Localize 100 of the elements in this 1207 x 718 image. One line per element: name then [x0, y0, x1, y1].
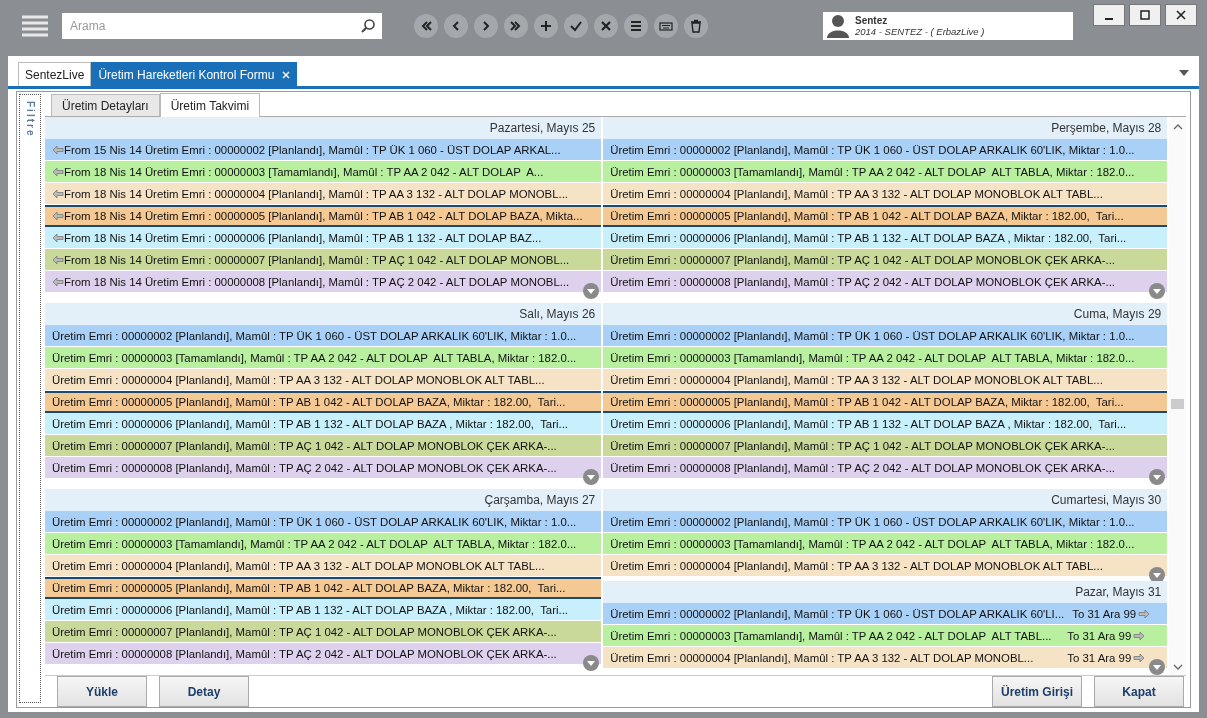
- action-button[interactable]: Üretim Girişi: [992, 676, 1082, 707]
- maximize-button[interactable]: [1129, 4, 1161, 26]
- appointment[interactable]: Üretim Emri : 00000003 [Tamamlandı], Mamûl : TP AA 2 042 - ALT DOLAP ALT TABLA, Miktar : 182.0...: [603, 347, 1168, 369]
- toolbar-button[interactable]: [684, 14, 708, 38]
- menu-icon[interactable]: [22, 13, 48, 39]
- appointment[interactable]: Üretim Emri : 00000007 [Planlandı], Mamûl : TP AÇ 1 042 - ALT DOLAP MONOBLOK ÇEK ARKA-...: [45, 621, 602, 643]
- appointment-text: Üretim Emri : 00000006 [Planlandı], Mamûl : TP AB 1 132 - ALT DOLAP BAZ...: [144, 231, 542, 244]
- appointment[interactable]: Üretim Emri : 00000006 [Planlandı], Mamûl : TP AB 1 132 - ALT DOLAP BAZA , Miktar : 182.00, Tari...: [603, 413, 1168, 435]
- toolbar-button[interactable]: [594, 14, 618, 38]
- appointment[interactable]: Üretim Emri : 00000005 [Planlandı], Mamûl : TP AB 1 042 - ALT DOLAP BAZA, Miktar : 182.00, Tari...: [603, 391, 1168, 413]
- appointment-text: Üretim Emri : 00000003 [Tamamlandı], Mamûl : TP AA 2 042 - ALT DOLAP ALT TABLA, Miktar : 182.0...: [610, 537, 1135, 550]
- appointment[interactable]: Üretim Emri : 00000002 [Planlandı], Mamûl : TP ÜK 1 060 - ÜST DOLAP ARKALIK 60'LIK, Miktar : 1.0...: [603, 325, 1168, 347]
- scrollbar[interactable]: [1169, 117, 1186, 675]
- appointment[interactable]: Üretim Emri : 00000004 [Planlandı], Mamûl : TP AA 3 132 - ALT DOLAP MONOBLOK ALT TABL...: [45, 369, 602, 391]
- appointment[interactable]: Üretim Emri : 00000002 [Planlandı], Mamûl : TP ÜK 1 060 - ÜST DOLAP ARKALIK 60'LIK, Miktar : 1.0...: [45, 325, 602, 347]
- toolbar-button[interactable]: [474, 14, 498, 38]
- appointment[interactable]: From 18 Nis 14 Üretim Emri : 00000007 [Planlandı], Mamûl : TP AÇ 1 042 - ALT DOLAP MONOBL...: [45, 249, 602, 271]
- appointment-text: Üretim Emri : 00000006 [Planlandı], Mamûl : TP AB 1 132 - ALT DOLAP BAZA , Miktar : 182.00, Tari...: [610, 417, 1127, 430]
- more-down-icon[interactable]: [1149, 469, 1166, 485]
- appointment[interactable]: Üretim Emri : 00000003 [Tamamlandı], Mamûl : TP AA 2 042 - ALT DOLAP ALT TABLA, Miktar : 182.0...: [603, 533, 1168, 555]
- appointment[interactable]: Üretim Emri : 00000008 [Planlandı], Mamûl : TP AÇ 2 042 - ALT DOLAP MONOBLOK ÇEK ARKA-...: [45, 457, 602, 479]
- more-down-icon[interactable]: [583, 283, 600, 299]
- appointment[interactable]: Üretim Emri : 00000008 [Planlandı], Mamûl : TP AÇ 2 042 - ALT DOLAP MONOBLOK ÇEK ARKA-...: [603, 271, 1168, 293]
- appointment-text: Üretim Emri : 00000006 [Planlandı], Mamûl : TP AB 1 132 - ALT DOLAP BAZA , Miktar : 182.00, Tari...: [52, 417, 568, 430]
- appointment[interactable]: Üretim Emri : 00000004 [Planlandı], Mamûl : TP AA 3 132 - ALT DOLAP MONOBLOK ALT TABL...: [45, 555, 602, 577]
- tab[interactable]: SentezLive: [18, 62, 92, 86]
- toolbar-button[interactable]: [654, 14, 678, 38]
- more-down-icon[interactable]: [1149, 659, 1166, 675]
- tab[interactable]: Üretim Takvimi: [159, 93, 261, 117]
- appointment[interactable]: Üretim Emri : 00000008 [Planlandı], Mamûl : TP AÇ 2 042 - ALT DOLAP MONOBLOK ÇEK ARKA-...: [603, 457, 1168, 479]
- action-button[interactable]: Detay: [159, 676, 249, 707]
- appointment[interactable]: From 18 Nis 14 Üretim Emri : 00000006 [Planlandı], Mamûl : TP AB 1 132 - ALT DOLAP BAZ...: [45, 227, 602, 249]
- tab-label: SentezLive: [25, 67, 85, 82]
- appointment[interactable]: Üretim Emri : 00000005 [Planlandı], Mamûl : TP AB 1 042 - ALT DOLAP BAZA, Miktar : 182.00, Tari...: [603, 205, 1168, 227]
- toolbar-button[interactable]: [444, 14, 468, 38]
- close-icon[interactable]: [282, 70, 291, 79]
- left-arrow-icon: [52, 166, 64, 177]
- toolbar-button[interactable]: [414, 14, 438, 38]
- tab[interactable]: Üretim Hareketleri Kontrol Formu: [91, 62, 298, 86]
- appointment[interactable]: Üretim Emri : 00000007 [Planlandı], Mamûl : TP AÇ 1 042 - ALT DOLAP MONOBLOK ÇEK ARKA-...: [603, 435, 1168, 457]
- appointment[interactable]: From 18 Nis 14 Üretim Emri : 00000008 [Planlandı], Mamûl : TP AÇ 2 042 - ALT DOLAP MONOBL...: [45, 271, 602, 293]
- appointment[interactable]: From 15 Nis 14 Üretim Emri : 00000002 [Planlandı], Mamûl : TP ÜK 1 060 - ÜST DOLAP ARKAL...: [45, 139, 602, 161]
- appointment[interactable]: Üretim Emri : 00000007 [Planlandı], Mamûl : TP AÇ 1 042 - ALT DOLAP MONOBLOK ÇEK ARKA-...: [603, 249, 1168, 271]
- appointment[interactable]: Üretim Emri : 00000004 [Planlandı], Mamûl : TP AA 3 132 - ALT DOLAP MONOBLOK ALT TABL...: [603, 369, 1168, 391]
- appointment-text: Üretim Emri : 00000005 [Planlandı], Mamûl : TP AB 1 042 - ALT DOLAP BAZA, Miktar : 182.00, Tari...: [610, 396, 1124, 408]
- appointment[interactable]: Üretim Emri : 00000005 [Planlandı], Mamûl : TP AB 1 042 - ALT DOLAP BAZA, Miktar : 182.00, Tari...: [45, 391, 602, 413]
- toolbar-button[interactable]: [624, 14, 648, 38]
- appointment[interactable]: From 18 Nis 14 Üretim Emri : 00000003 [Tamamlandı], Mamûl : TP AA 2 042 - ALT DOLAP A...: [45, 161, 602, 183]
- appointment[interactable]: Üretim Emri : 00000008 [Planlandı], Mamûl : TP AÇ 2 042 - ALT DOLAP MONOBLOK ÇEK ARKA-...: [45, 643, 602, 665]
- tab[interactable]: Üretim Detayları: [51, 94, 160, 116]
- appointment-text: Üretim Emri : 00000008 [Planlandı], Mamûl : TP AÇ 2 042 - ALT DOLAP MONOBLOK ÇEK ARKA-...: [610, 275, 1115, 288]
- appointment-text: Üretim Emri : 00000005 [Planlandı], Mamûl : TP AB 1 042 - ALT DOLAP BAZA, Miktar : 182.00, Tari...: [610, 210, 1124, 222]
- appointment[interactable]: From 18 Nis 14 Üretim Emri : 00000004 [Planlandı], Mamûl : TP AA 3 132 - ALT DOLAP MONOBL...: [45, 183, 602, 205]
- action-button[interactable]: Kapat: [1094, 676, 1184, 707]
- day-header: Pazartesi, Mayıs 25: [45, 117, 602, 139]
- scroll-down-icon[interactable]: [1172, 663, 1183, 671]
- appointment[interactable]: Üretim Emri : 00000002 [Planlandı], Mamûl : TP ÜK 1 060 - ÜST DOLAP ARKALIK 60'LIK, Miktar : 1.0...: [45, 511, 602, 533]
- appointment-text: Üretim Emri : 00000007 [Planlandı], Mamûl : TP AÇ 1 042 - ALT DOLAP MONOBLOK ÇEK ARKA-...: [52, 625, 557, 638]
- minimize-button[interactable]: [1093, 4, 1125, 26]
- appointment[interactable]: Üretim Emri : 00000003 [Tamamlandı], Mamûl : TP AA 2 042 - ALT DOLAP ALT TABLA, Miktar : 182.0...: [45, 533, 602, 555]
- appointment[interactable]: Üretim Emri : 00000006 [Planlandı], Mamûl : TP AB 1 132 - ALT DOLAP BAZA , Miktar : 182.00, Tari...: [45, 413, 602, 435]
- toolbar-button[interactable]: [534, 14, 558, 38]
- appointment-text: Üretim Emri : 00000005 [Planlandı], Mamûl : TP AB 1 042 - ALT DOLAP BAZA, Miktar : 182.00, Tari...: [52, 396, 566, 408]
- appointment-text: Üretim Emri : 00000008 [Planlandı], Mamûl : TP AÇ 2 042 - ALT DOLAP MONOBLOK ÇEK ARKA-...: [52, 461, 557, 474]
- more-down-icon[interactable]: [583, 655, 600, 671]
- appointment[interactable]: Üretim Emri : 00000002 [Planlandı], Mamûl : TP ÜK 1 060 - ÜST DOLAP ARKALIK 60'LI... To 31 Ara 99: [603, 603, 1168, 625]
- left-arrow-icon: [52, 254, 64, 265]
- right-arrow-icon: [1138, 608, 1151, 619]
- appointment-text: Üretim Emri : 00000004 [Planlandı], Mamûl : TP AA 3 132 - ALT DOLAP MONOBLOK ALT TABL...: [52, 373, 545, 386]
- start-date: From 18 Nis 14: [64, 253, 142, 266]
- scroll-up-icon[interactable]: [1172, 123, 1183, 131]
- appointment[interactable]: Üretim Emri : 00000006 [Planlandı], Mamûl : TP AB 1 132 - ALT DOLAP BAZA , Miktar : 182.00, Tari...: [603, 227, 1168, 249]
- search-icon[interactable]: [360, 18, 376, 34]
- filter-panel[interactable]: Filtre: [19, 94, 41, 703]
- search-field[interactable]: Arama: [62, 13, 382, 39]
- more-down-icon[interactable]: [1149, 283, 1166, 299]
- appointment[interactable]: Üretim Emri : 00000003 [Tamamlandı], Mamûl : TP AA 2 042 - ALT DOLAP ALT TABLA, Miktar : 182.0...: [603, 161, 1168, 183]
- left-arrow-icon: [52, 276, 64, 287]
- appointment[interactable]: Üretim Emri : 00000003 [Tamamlandı], Mamûl : TP AA 2 042 - ALT DOLAP ALT TABLA, Miktar : 182.0...: [45, 347, 602, 369]
- toolbar-button[interactable]: [564, 14, 588, 38]
- appointment[interactable]: Üretim Emri : 00000004 [Planlandı], Mamûl : TP AA 3 132 - ALT DOLAP MONOBL... To 31 Ara 99: [603, 647, 1168, 669]
- more-down-icon[interactable]: [583, 469, 600, 485]
- action-button[interactable]: Yükle: [57, 676, 147, 707]
- appointment[interactable]: Üretim Emri : 00000002 [Planlandı], Mamûl : TP ÜK 1 060 - ÜST DOLAP ARKALIK 60'LIK, Miktar : 1.0...: [603, 139, 1168, 161]
- toolbar-button[interactable]: [504, 14, 528, 38]
- appointment-text: Üretim Emri : 00000004 [Planlandı], Mamûl : TP AA 3 132 - ALT DOLAP MONOBLOK ALT TABL...: [610, 187, 1103, 200]
- left-arrow-icon: [52, 232, 64, 243]
- close-button[interactable]: [1165, 4, 1197, 26]
- appointment[interactable]: Üretim Emri : 00000005 [Planlandı], Mamûl : TP AB 1 042 - ALT DOLAP BAZA, Miktar : 182.00, Tari...: [45, 577, 602, 599]
- minimize-icon: [1105, 17, 1113, 20]
- scroll-thumb[interactable]: [1171, 399, 1185, 409]
- end-date: To 31 Ara 99: [1066, 629, 1132, 642]
- appointment[interactable]: Üretim Emri : 00000004 [Planlandı], Mamûl : TP AA 3 132 - ALT DOLAP MONOBLOK ALT TABL...: [603, 183, 1168, 205]
- appointment[interactable]: Üretim Emri : 00000006 [Planlandı], Mamûl : TP AB 1 132 - ALT DOLAP BAZA , Miktar : 182.00, Tari...: [45, 599, 602, 621]
- appointment[interactable]: Üretim Emri : 00000007 [Planlandı], Mamûl : TP AÇ 1 042 - ALT DOLAP MONOBLOK ÇEK ARKA-...: [45, 435, 602, 457]
- appointment[interactable]: From 18 Nis 14 Üretim Emri : 00000005 [Planlandı], Mamûl : TP AB 1 042 - ALT DOLAP BAZA, Mikta...: [45, 205, 602, 227]
- appointment[interactable]: Üretim Emri : 00000003 [Tamamlandı], Mamûl : TP AA 2 042 - ALT DOLAP ALT TABL... To 31 Ara 99: [603, 625, 1168, 647]
- dropdown-icon[interactable]: [1179, 70, 1189, 76]
- appointment[interactable]: Üretim Emri : 00000004 [Planlandı], Mamûl : TP AA 3 132 - ALT DOLAP MONOBLOK ALT TABL...: [603, 555, 1168, 577]
- appointment[interactable]: Üretim Emri : 00000002 [Planlandı], Mamûl : TP ÜK 1 060 - ÜST DOLAP ARKALIK 60'LIK, Miktar : 1.0...: [603, 511, 1168, 533]
